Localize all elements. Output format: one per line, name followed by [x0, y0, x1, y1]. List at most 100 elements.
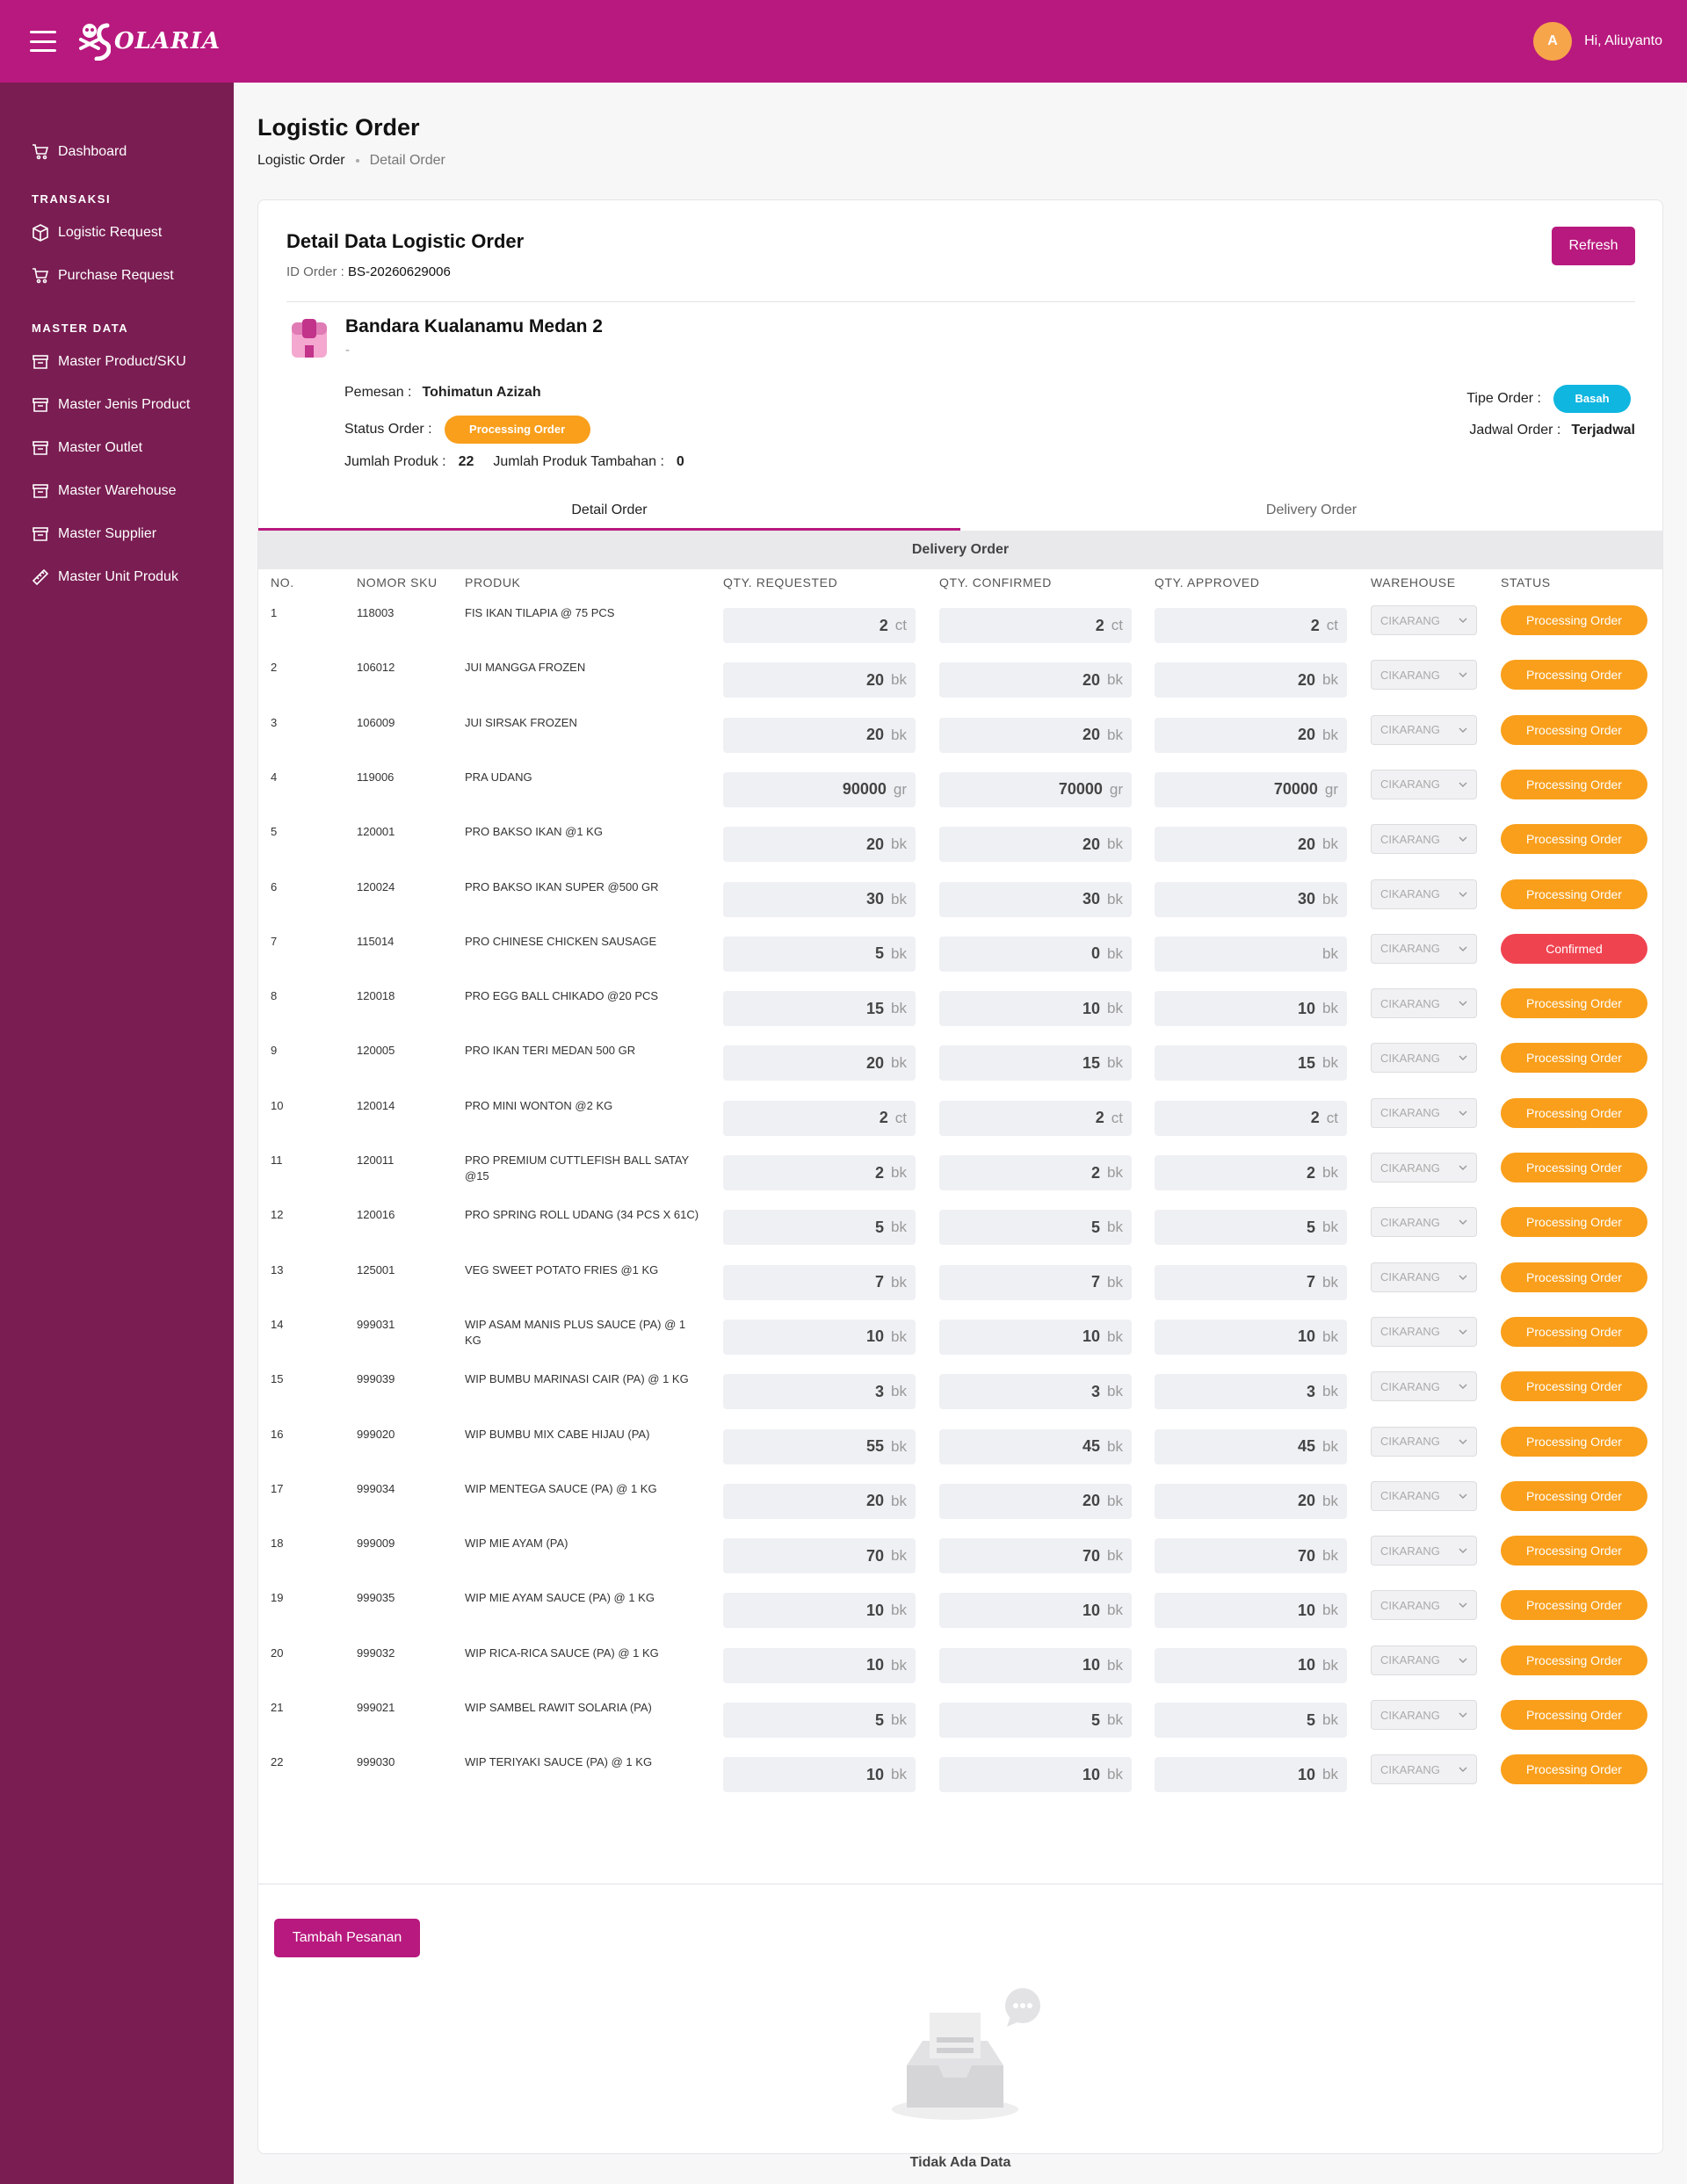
- warehouse-select[interactable]: CIKARANG: [1371, 879, 1477, 909]
- qty-requested-field[interactable]: 70 bk: [723, 1538, 916, 1574]
- warehouse-select[interactable]: CIKARANG: [1371, 1371, 1477, 1402]
- qty-requested-field[interactable]: 15 bk: [723, 991, 916, 1027]
- qty-approved-field[interactable]: 10 bk: [1155, 991, 1347, 1027]
- qty-approved-field[interactable]: 15 bk: [1155, 1045, 1347, 1081]
- qty-confirmed-field[interactable]: 70 bk: [939, 1538, 1132, 1574]
- sidebar-item-master-warehouse[interactable]: Master Warehouse: [0, 469, 234, 512]
- qty-requested-field[interactable]: 10 bk: [723, 1647, 916, 1683]
- warehouse-select[interactable]: CIKARANG: [1371, 1426, 1477, 1457]
- warehouse-select[interactable]: CIKARANG: [1371, 605, 1477, 635]
- qty-requested-field[interactable]: 10 bk: [723, 1319, 916, 1355]
- qty-confirmed-field[interactable]: 2 ct: [939, 608, 1132, 643]
- qty-approved-field[interactable]: 30 bk: [1155, 881, 1347, 917]
- sidebar-item-master-product[interactable]: Master Product/SKU: [0, 340, 234, 383]
- warehouse-select[interactable]: CIKARANG: [1371, 769, 1477, 799]
- qty-requested-field[interactable]: 10 bk: [723, 1757, 916, 1793]
- tab-detail-order[interactable]: Detail Order: [258, 492, 960, 531]
- qty-confirmed-field[interactable]: 5 bk: [939, 1703, 1132, 1738]
- qty-requested-field[interactable]: 3 bk: [723, 1374, 916, 1410]
- qty-requested-field[interactable]: 20 bk: [723, 717, 916, 753]
- sidebar-item-master-unit-produk[interactable]: Master Unit Produk: [0, 555, 234, 598]
- qty-confirmed-field[interactable]: 2 ct: [939, 1100, 1132, 1136]
- qty-approved-field[interactable]: 2 ct: [1155, 1100, 1347, 1136]
- warehouse-select[interactable]: CIKARANG: [1371, 1700, 1477, 1730]
- qty-approved-field[interactable]: 10 bk: [1155, 1319, 1347, 1355]
- brand-logo[interactable]: OLARIA: [79, 22, 221, 61]
- qty-requested-field[interactable]: 20 bk: [723, 827, 916, 863]
- qty-confirmed-field[interactable]: 10 bk: [939, 1647, 1132, 1683]
- qty-approved-field[interactable]: 20 bk: [1155, 662, 1347, 698]
- warehouse-select[interactable]: CIKARANG: [1371, 1645, 1477, 1675]
- qty-approved-field[interactable]: 10 bk: [1155, 1647, 1347, 1683]
- qty-confirmed-field[interactable]: 5 bk: [939, 1210, 1132, 1246]
- warehouse-select[interactable]: CIKARANG: [1371, 1262, 1477, 1292]
- qty-requested-field[interactable]: 20 bk: [723, 1483, 916, 1519]
- warehouse-select[interactable]: CIKARANG: [1371, 933, 1477, 964]
- user-menu[interactable]: A Hi, Aliuyanto: [1533, 22, 1662, 61]
- sidebar-item-master-outlet[interactable]: Master Outlet: [0, 426, 234, 469]
- refresh-button[interactable]: Refresh: [1552, 227, 1635, 265]
- qty-confirmed-field[interactable]: 0 bk: [939, 936, 1132, 972]
- qty-confirmed-field[interactable]: 10 bk: [939, 1319, 1132, 1355]
- qty-approved-field[interactable]: 10 bk: [1155, 1593, 1347, 1629]
- warehouse-select[interactable]: CIKARANG: [1371, 1536, 1477, 1566]
- qty-requested-field[interactable]: 20 bk: [723, 1045, 916, 1081]
- warehouse-select[interactable]: CIKARANG: [1371, 714, 1477, 745]
- qty-confirmed-field[interactable]: 20 bk: [939, 827, 1132, 863]
- sidebar-item-purchase-request[interactable]: Purchase Request: [0, 254, 234, 297]
- tambah-pesanan-button[interactable]: Tambah Pesanan: [274, 1919, 420, 1957]
- qty-requested-field[interactable]: 90000 gr: [723, 771, 916, 807]
- qty-confirmed-field[interactable]: 20 bk: [939, 717, 1132, 753]
- qty-confirmed-field[interactable]: 3 bk: [939, 1374, 1132, 1410]
- breadcrumb-logistic-order[interactable]: Logistic Order: [257, 153, 345, 169]
- qty-approved-field[interactable]: 20 bk: [1155, 717, 1347, 753]
- qty-approved-field[interactable]: 20 bk: [1155, 1483, 1347, 1519]
- sidebar-item-dashboard[interactable]: Dashboard: [0, 130, 234, 173]
- sidebar-item-master-jenis-product[interactable]: Master Jenis Product: [0, 383, 234, 426]
- qty-confirmed-field[interactable]: 20 bk: [939, 1483, 1132, 1519]
- qty-approved-field[interactable]: 2 bk: [1155, 1155, 1347, 1190]
- warehouse-select[interactable]: CIKARANG: [1371, 1207, 1477, 1238]
- sidebar-item-master-supplier[interactable]: Master Supplier: [0, 512, 234, 555]
- qty-confirmed-field[interactable]: 45 bk: [939, 1428, 1132, 1464]
- qty-confirmed-field[interactable]: 20 bk: [939, 662, 1132, 698]
- warehouse-select[interactable]: CIKARANG: [1371, 1754, 1477, 1785]
- qty-approved-field[interactable]: 5 bk: [1155, 1210, 1347, 1246]
- warehouse-select[interactable]: CIKARANG: [1371, 660, 1477, 691]
- sidebar-item-logistic-request[interactable]: Logistic Request: [0, 211, 234, 254]
- qty-requested-field[interactable]: 55 bk: [723, 1428, 916, 1464]
- qty-confirmed-field[interactable]: 2 bk: [939, 1155, 1132, 1190]
- qty-confirmed-field[interactable]: 10 bk: [939, 991, 1132, 1027]
- qty-approved-field[interactable]: 70 bk: [1155, 1538, 1347, 1574]
- qty-approved-field[interactable]: 3 bk: [1155, 1374, 1347, 1410]
- qty-confirmed-field[interactable]: 70000 gr: [939, 771, 1132, 807]
- qty-approved-field[interactable]: 45 bk: [1155, 1428, 1347, 1464]
- qty-confirmed-field[interactable]: 10 bk: [939, 1593, 1132, 1629]
- qty-confirmed-field[interactable]: 7 bk: [939, 1264, 1132, 1300]
- warehouse-select[interactable]: CIKARANG: [1371, 1316, 1477, 1347]
- qty-confirmed-field[interactable]: 30 bk: [939, 881, 1132, 917]
- qty-requested-field[interactable]: 5 bk: [723, 1210, 916, 1246]
- qty-requested-field[interactable]: 5 bk: [723, 936, 916, 972]
- qty-confirmed-field[interactable]: 15 bk: [939, 1045, 1132, 1081]
- qty-requested-field[interactable]: 2 ct: [723, 608, 916, 643]
- qty-approved-field[interactable]: 7 bk: [1155, 1264, 1347, 1300]
- qty-approved-field[interactable]: 70000 gr: [1155, 771, 1347, 807]
- qty-requested-field[interactable]: 10 bk: [723, 1593, 916, 1629]
- qty-requested-field[interactable]: 5 bk: [723, 1703, 916, 1738]
- warehouse-select[interactable]: CIKARANG: [1371, 824, 1477, 855]
- qty-approved-field[interactable]: 5 bk: [1155, 1703, 1347, 1738]
- qty-requested-field[interactable]: 2 bk: [723, 1155, 916, 1190]
- qty-approved-field[interactable]: 20 bk: [1155, 827, 1347, 863]
- hamburger-icon[interactable]: [30, 31, 56, 52]
- qty-approved-field[interactable]: bk: [1155, 936, 1347, 972]
- qty-approved-field[interactable]: 10 bk: [1155, 1757, 1347, 1793]
- warehouse-select[interactable]: CIKARANG: [1371, 1153, 1477, 1182]
- qty-requested-field[interactable]: 30 bk: [723, 881, 916, 917]
- qty-confirmed-field[interactable]: 10 bk: [939, 1757, 1132, 1793]
- warehouse-select[interactable]: CIKARANG: [1371, 1480, 1477, 1511]
- warehouse-select[interactable]: CIKARANG: [1371, 1097, 1477, 1128]
- qty-requested-field[interactable]: 20 bk: [723, 662, 916, 698]
- qty-requested-field[interactable]: 2 ct: [723, 1100, 916, 1136]
- qty-requested-field[interactable]: 7 bk: [723, 1264, 916, 1300]
